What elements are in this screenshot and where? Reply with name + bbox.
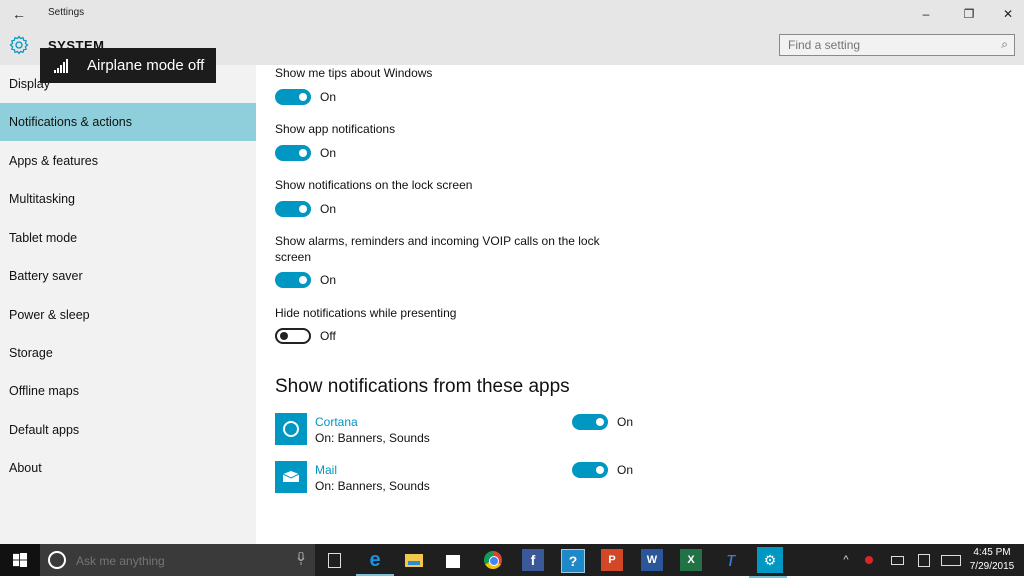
cortana-ring-icon bbox=[48, 551, 66, 569]
word-icon[interactable]: W bbox=[641, 549, 663, 571]
sidebar-item-about[interactable]: About bbox=[0, 449, 256, 487]
sidebar-item-tablet-mode[interactable]: Tablet mode bbox=[0, 219, 256, 257]
toggle-state-cortana: On bbox=[617, 415, 634, 429]
search-input[interactable] bbox=[780, 35, 988, 55]
back-button[interactable]: ← bbox=[6, 3, 32, 25]
sidebar-item-default-apps[interactable]: Default apps bbox=[0, 411, 256, 449]
minimize-button[interactable]: – bbox=[912, 3, 940, 25]
toggle-lock-screen[interactable] bbox=[275, 201, 311, 217]
mail-icon[interactable] bbox=[275, 461, 307, 493]
toggle-tips[interactable] bbox=[275, 89, 311, 105]
taskbar: e f ? P W X ᴛ ⚙ ^ 4:45 PM 7/29/2015 bbox=[0, 544, 1024, 578]
sidebar-item-storage[interactable]: Storage bbox=[0, 334, 256, 372]
show-hidden-icons-button[interactable]: ^ bbox=[836, 544, 856, 576]
app-name-mail[interactable]: Mail bbox=[315, 463, 337, 477]
unknown-app-icon[interactable]: ᴛ bbox=[720, 549, 742, 571]
setting-label-app-notifications: Show app notifications bbox=[275, 122, 396, 136]
setting-label-tips: Show me tips about Windows bbox=[275, 66, 433, 80]
toggle-state-alarms-voip: On bbox=[320, 273, 337, 287]
toggle-alarms-voip[interactable] bbox=[275, 272, 311, 288]
cortana-search-box[interactable] bbox=[40, 544, 315, 576]
start-button[interactable] bbox=[0, 544, 40, 576]
sidebar-item-offline-maps[interactable]: Offline maps bbox=[0, 372, 256, 410]
toggle-mail[interactable] bbox=[572, 462, 608, 478]
microphone-icon[interactable] bbox=[297, 552, 305, 565]
store-icon[interactable] bbox=[442, 549, 464, 571]
cortana-icon[interactable] bbox=[275, 413, 307, 445]
file-explorer-icon[interactable] bbox=[403, 549, 425, 571]
toggle-state-hide-presenting: Off bbox=[320, 329, 336, 343]
toggle-state-app-notifications: On bbox=[320, 146, 337, 160]
sidebar: Display Notifications & actions Apps & f… bbox=[0, 65, 256, 544]
toggle-state-lock-screen: On bbox=[320, 202, 337, 216]
setting-label-lock-screen: Show notifications on the lock screen bbox=[275, 178, 473, 192]
app-detail-mail: On: Banners, Sounds bbox=[315, 479, 430, 493]
battery-icon[interactable] bbox=[886, 544, 908, 576]
windows-logo-icon bbox=[13, 553, 27, 567]
touch-keyboard-icon[interactable] bbox=[938, 544, 964, 576]
cortana-search-input[interactable] bbox=[74, 550, 278, 572]
clock-date: 7/29/2015 bbox=[969, 561, 1015, 572]
back-arrow-icon: ← bbox=[12, 6, 26, 22]
clock[interactable]: 4:45 PM 7/29/2015 bbox=[966, 546, 1018, 574]
task-view-icon[interactable] bbox=[323, 549, 345, 571]
toggle-state-mail: On bbox=[617, 463, 634, 477]
edge-icon[interactable]: e bbox=[356, 549, 394, 576]
excel-icon[interactable]: X bbox=[680, 549, 702, 571]
sidebar-item-battery-saver[interactable]: Battery saver bbox=[0, 257, 256, 295]
maximize-button[interactable]: ❐ bbox=[955, 3, 983, 25]
toggle-cortana[interactable] bbox=[572, 414, 608, 430]
sidebar-item-apps-features[interactable]: Apps & features bbox=[0, 142, 256, 180]
toggle-state-tips: On bbox=[320, 90, 337, 104]
close-button[interactable]: ✕ bbox=[994, 3, 1022, 25]
sidebar-item-notifications-actions[interactable]: Notifications & actions bbox=[0, 103, 256, 141]
facebook-icon[interactable]: f bbox=[522, 549, 544, 571]
network-icon[interactable] bbox=[860, 544, 882, 576]
search-box[interactable]: ⌕ bbox=[779, 34, 1015, 56]
gear-icon bbox=[9, 35, 29, 55]
app-detail-cortana: On: Banners, Sounds bbox=[315, 431, 430, 445]
sidebar-item-power-sleep[interactable]: Power & sleep bbox=[0, 296, 256, 334]
app-name-cortana[interactable]: Cortana bbox=[315, 415, 358, 429]
signal-bars-icon bbox=[54, 59, 68, 73]
window-title: Settings bbox=[48, 7, 85, 18]
search-icon[interactable]: ⌕ bbox=[1001, 37, 1008, 52]
tooltip-text: Airplane mode off bbox=[87, 57, 205, 74]
settings-taskbar-icon[interactable]: ⚙ bbox=[749, 547, 787, 578]
title-bar: ← Settings – ❐ ✕ bbox=[0, 0, 1024, 28]
setting-label-hide-presenting: Hide notifications while presenting bbox=[275, 306, 457, 320]
powerpoint-icon[interactable]: P bbox=[601, 549, 623, 571]
main-content: Show me tips about Windows On Show app n… bbox=[256, 65, 1024, 544]
airplane-mode-tooltip: Airplane mode off bbox=[40, 48, 216, 83]
sidebar-item-multitasking[interactable]: Multitasking bbox=[0, 180, 256, 218]
help-icon[interactable]: ? bbox=[561, 549, 585, 573]
clock-time: 4:45 PM bbox=[973, 547, 1011, 558]
toggle-hide-presenting[interactable] bbox=[275, 328, 311, 344]
action-center-icon[interactable] bbox=[912, 544, 934, 576]
chrome-icon[interactable] bbox=[482, 549, 504, 571]
apps-section-title: Show notifications from these apps bbox=[275, 376, 570, 397]
setting-label-alarms-voip: Show alarms, reminders and incoming VOIP… bbox=[275, 234, 600, 264]
toggle-app-notifications[interactable] bbox=[275, 145, 311, 161]
